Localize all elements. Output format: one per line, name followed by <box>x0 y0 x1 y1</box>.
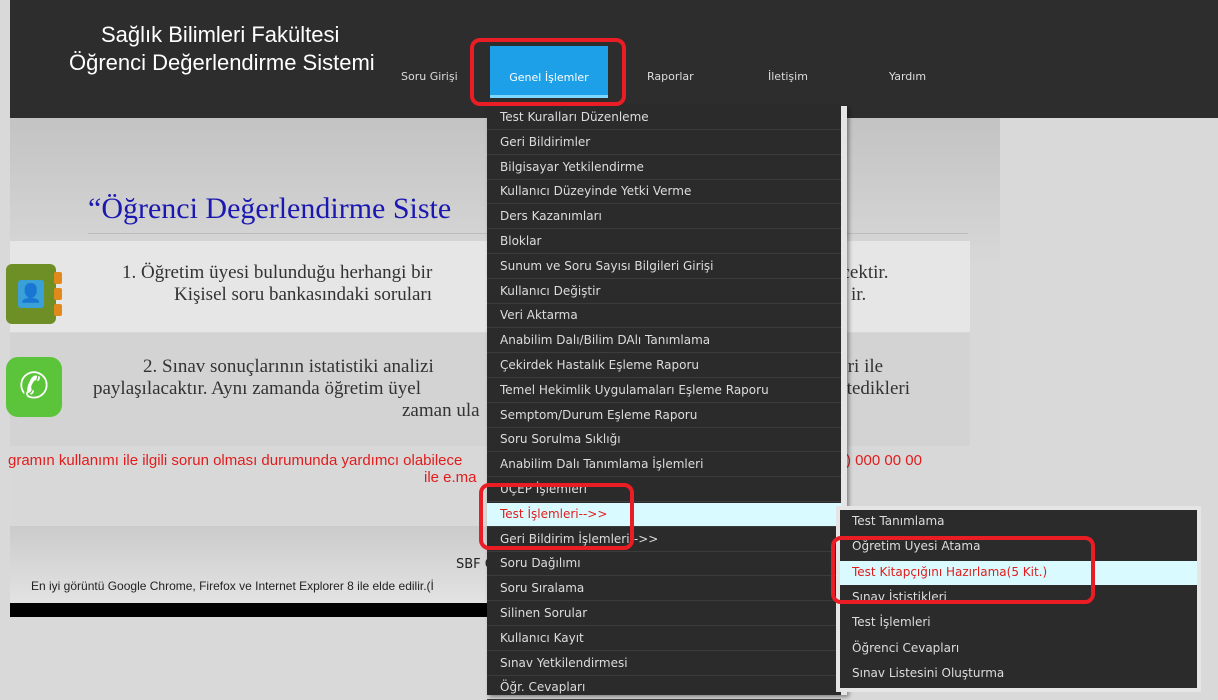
nav-raporlar[interactable]: Raporlar <box>647 70 694 83</box>
menu-item[interactable]: Soru Sıralama <box>487 577 841 602</box>
submenu-item[interactable]: Sınav İstistikleri <box>840 586 1197 610</box>
menu-item[interactable]: Bilgisayar Yetkilendirme <box>487 156 841 180</box>
menu-item[interactable]: Test İşlemleri-->> <box>487 502 841 527</box>
test-islemleri-submenu: Test Tanımlama Öğretim Üyesi Atama Test Ki… <box>840 510 1197 688</box>
heading-left: “Öğrenci Değerlendirme Siste <box>88 192 452 225</box>
footer-bar <box>10 603 490 617</box>
menu-item[interactable]: Öğr. Cevapları <box>487 676 841 700</box>
support-email-text: ile e.ma <box>424 469 477 486</box>
nav-iletisim[interactable]: İletişim <box>768 70 808 83</box>
nav-active-underline <box>490 95 608 98</box>
menu-item[interactable]: Geri Bildirim İşlemleri-->> <box>487 528 841 552</box>
panel2-text-line2: paylaşılacaktır. Aynı zamanda öğretim üy… <box>93 378 422 399</box>
nav-genel-islemler[interactable]: Genel İşlemler <box>490 46 608 96</box>
submenu-item[interactable]: Sınav Listesini Oluşturma <box>840 662 1197 686</box>
menu-item[interactable]: Ders Kazanımları <box>487 205 841 230</box>
menu-item[interactable]: Kullanıcı Kayıt <box>487 627 841 651</box>
panel1-text-line2: Kişisel soru bankasındaki soruları <box>174 284 433 305</box>
site-title-line2: Öğrenci Değerlendirme Sistemi <box>69 50 375 75</box>
menu-item[interactable]: Soru Dağılımı <box>487 552 841 577</box>
panel2-text-line1: 2. Sınav sonuçlarının istatistiki analiz… <box>143 356 434 377</box>
nav-soru-girisi[interactable]: Soru Girişi <box>401 70 458 83</box>
menu-item[interactable]: Sınav Yetkilendirmesi <box>487 652 841 676</box>
menu-item[interactable]: Veri Aktarma <box>487 304 841 329</box>
submenu-item[interactable]: Öğrenci Cevapları <box>840 637 1197 661</box>
submenu-item[interactable]: Test İşlemleri <box>840 611 1197 635</box>
submenu-item[interactable]: Test Kitapçığını Hazırlama(5 Kit.) <box>840 560 1197 585</box>
nav-yardim[interactable]: Yardım <box>889 70 926 83</box>
menu-item[interactable]: Anabilim Dalı Tanımlama İşlemleri <box>487 453 841 478</box>
contacts-book-icon: 👤 <box>6 264 62 324</box>
panel1-text-line2-end: ir. <box>851 284 867 305</box>
menu-item[interactable]: Anabilim Dalı/Bilim DAlı Tanımlama <box>487 329 841 354</box>
menu-item[interactable]: Soru Sorulma Sıklığı <box>487 428 841 453</box>
phone-icon: ✆ <box>6 357 62 417</box>
footer-line2: En iyi görüntü Google Chrome, Firefox ve… <box>31 579 434 593</box>
menu-item[interactable]: Çekirdek Hastalık Eşleme Raporu <box>487 354 841 378</box>
menu-item[interactable]: Kullanıcı Düzeyinde Yetki Verme <box>487 180 841 205</box>
menu-item[interactable]: Silinen Sorular <box>487 602 841 626</box>
site-title-line1: Sağlık Bilimleri Fakültesi <box>101 22 340 47</box>
support-notice-text: gramın kullanımı ile ilgili sorun olması… <box>8 452 463 469</box>
menu-item[interactable]: Test Kuralları Düzenleme <box>487 106 841 130</box>
menu-item[interactable]: UÇEP İşlemleri <box>487 478 841 502</box>
menu-item[interactable]: Semptom/Durum Eşleme Raporu <box>487 404 841 428</box>
person-icon: 👤 <box>18 280 44 308</box>
panel2-text-line3: zaman ula <box>402 400 480 421</box>
menu-item[interactable]: Kullanıcı Değiştir <box>487 280 841 304</box>
menu-item[interactable]: Sunum ve Soru Sayısı Bilgileri Girişi <box>487 255 841 279</box>
genel-islemler-dropdown: Test Kuralları Düzenleme Geri Bildirimler… <box>487 106 847 700</box>
menu-item[interactable]: Temel Hekimlik Uygulamaları Eşleme Rapor… <box>487 379 841 403</box>
menu-item[interactable]: Geri Bildirimler <box>487 131 841 155</box>
submenu-item[interactable]: Test Tanımlama <box>840 510 1197 534</box>
submenu-item[interactable]: Öğretim Üyesi Atama <box>840 535 1197 559</box>
menu-item[interactable]: Bloklar <box>487 230 841 254</box>
panel1-text-line1: 1. Öğretim üyesi bulunduğu herhangi bir <box>122 262 433 283</box>
